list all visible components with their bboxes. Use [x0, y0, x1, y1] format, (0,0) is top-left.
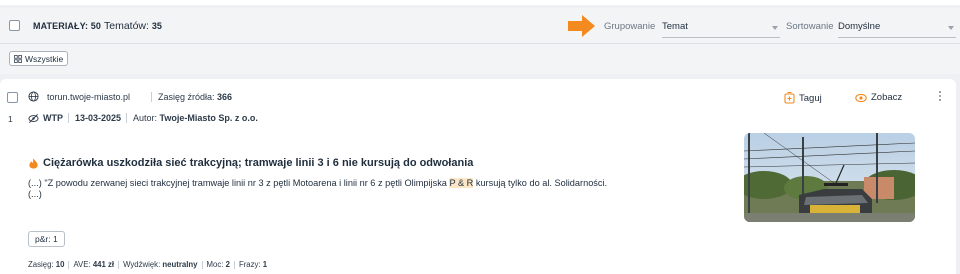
chevron-down-icon	[948, 26, 954, 30]
stat-reach: Zasięg: 10	[28, 260, 64, 269]
kebab-menu-icon[interactable]	[938, 91, 942, 103]
excerpt-ellipsis: (...)	[28, 189, 42, 199]
stat-reach-label: Zasięg:	[28, 260, 54, 269]
stat-phrases-label: Frazy:	[238, 260, 261, 269]
materials-count: 50	[90, 21, 101, 31]
source-reach-value: 366	[217, 92, 233, 102]
stat-phrases: Frazy: 1	[239, 260, 267, 269]
author-value: Twoje-Miasto Sp. z o.o.	[159, 113, 258, 123]
materials-label: MATERIAŁY:	[33, 21, 89, 31]
eye-icon	[855, 93, 867, 102]
source-reach: Zasięg źródła: 366	[158, 92, 232, 102]
grid-icon	[14, 54, 22, 63]
top-strip	[0, 0, 960, 8]
article-thumbnail[interactable]	[744, 133, 915, 222]
select-all-checkbox[interactable]	[9, 20, 20, 31]
separator	[233, 260, 235, 269]
flame-icon	[29, 157, 38, 169]
sorting-value: Domyślne	[838, 21, 881, 32]
stat-power-label: Moc:	[206, 260, 224, 269]
keyword-tag-label: p&r: 1	[35, 234, 58, 244]
stat-sentiment-label: Wydźwięk:	[123, 260, 161, 269]
article-checkbox[interactable]	[7, 92, 18, 103]
tag-icon	[784, 92, 795, 104]
separator	[68, 113, 69, 123]
sorting-select[interactable]: Domyślne	[838, 16, 956, 38]
separator	[201, 260, 203, 269]
tag-button[interactable]: Taguj	[784, 92, 822, 104]
eye-off-icon	[28, 114, 39, 123]
materials-summary: MATERIAŁY: 50	[33, 21, 101, 31]
article-excerpt: (...) "Z powodu zerwanej sieci trakcyjne…	[28, 178, 718, 200]
stat-power: Moc: 2	[207, 260, 230, 269]
article-title-text: Ciężarówka uszkodziła sieć trakcyjną; tr…	[43, 157, 474, 169]
stat-phrases-value: 1	[262, 260, 268, 269]
stat-reach-value: 10	[55, 260, 65, 269]
view-button-label: Zobacz	[871, 92, 903, 103]
all-filter-chip[interactable]: Wszystkie	[9, 51, 69, 66]
tag-button-label: Taguj	[799, 92, 822, 104]
excerpt-text-end: kursują tylko do al. Solidarności.	[473, 178, 608, 188]
globe-icon	[28, 91, 39, 102]
source-reach-label: Zasięg źródła:	[158, 92, 215, 102]
stat-ave: AVE: 441 zł	[73, 260, 114, 269]
media-type: WTP	[43, 113, 63, 123]
separator	[151, 92, 152, 102]
article-title[interactable]: Ciężarówka uszkodziła sieć trakcyjną; tr…	[28, 157, 473, 169]
source-link[interactable]: torun.twoje-miasto.pl	[47, 92, 130, 102]
stat-sentiment: Wydźwięk: neutralny	[123, 260, 197, 269]
separator	[126, 113, 127, 123]
stat-power-value: 2	[225, 260, 230, 269]
publish-date: 13-03-2025	[75, 113, 122, 123]
topics-summary: Tematów: 35	[104, 20, 162, 32]
stat-ave-value: 441 zł	[92, 260, 115, 269]
article-card: torun.twoje-miasto.pl Zasięg źródła: 366…	[0, 79, 956, 274]
stat-ave-label: AVE:	[73, 260, 91, 269]
excerpt-highlight: P & R	[449, 178, 474, 188]
results-header: MATERIAŁY: 50 Tematów: 35 Grupowanie Tem…	[0, 8, 960, 44]
separator	[118, 260, 120, 269]
sorting-label: Sortowanie	[786, 21, 834, 32]
topics-count: 35	[151, 21, 162, 31]
grouping-select[interactable]: Temat	[662, 16, 780, 38]
separator	[68, 260, 70, 269]
article-stats: Zasięg: 10 AVE: 441 zł Wydźwięk: neutral…	[28, 260, 267, 269]
excerpt-text: (...) "Z powodu zerwanej sieci trakcyjne…	[28, 178, 450, 188]
grouping-value: Temat	[662, 21, 688, 32]
arrow-right-icon	[568, 15, 595, 37]
author: Autor: Twoje-Miasto Sp. z o.o.	[133, 113, 258, 123]
stat-sentiment-value: neutralny	[162, 260, 198, 269]
topics-label: Tematów:	[104, 20, 149, 32]
author-label: Autor:	[133, 113, 158, 123]
keyword-tag[interactable]: p&r: 1	[28, 231, 65, 247]
article-index: 1	[8, 114, 13, 124]
all-filter-label: Wszystkie	[25, 53, 64, 64]
view-button[interactable]: Zobacz	[855, 92, 902, 103]
filter-bar: Wszystkie	[0, 44, 960, 74]
chevron-down-icon	[772, 26, 778, 30]
grouping-label: Grupowanie	[604, 21, 656, 32]
